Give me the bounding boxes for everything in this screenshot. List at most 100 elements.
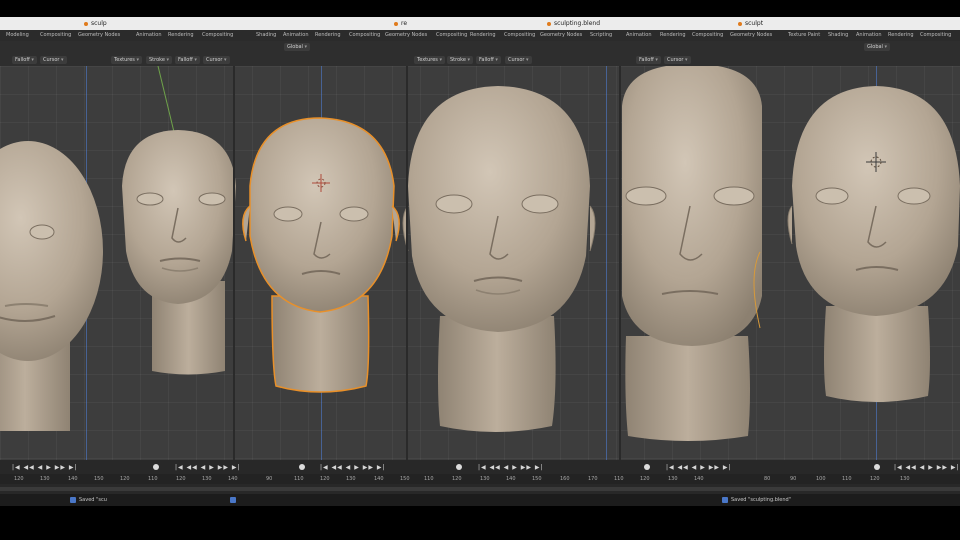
frame-tick: 130	[346, 476, 356, 482]
tab-workspace[interactable]: Compositing	[692, 30, 723, 41]
tab-workspace[interactable]: Texture Paint	[788, 30, 820, 41]
letterbox-bottom	[0, 506, 960, 540]
playback-controls[interactable]: |◀ ◀◀ ◀ ▶ ▶▶ ▶|	[478, 463, 544, 472]
frame-tick: 90	[266, 476, 273, 482]
tab-workspace[interactable]: Shading	[828, 30, 848, 41]
frame-tick: 130	[40, 476, 50, 482]
transform-orientation-dropdown[interactable]: Global	[284, 43, 311, 51]
sculpt-head-2	[122, 130, 236, 375]
tab-workspace[interactable]: Compositing	[920, 30, 951, 41]
frame-tick: 140	[374, 476, 384, 482]
tab-workspace[interactable]: Rendering	[660, 30, 686, 41]
frame-tick: 150	[94, 476, 104, 482]
falloff-dropdown[interactable]: Falloff	[12, 56, 37, 64]
tab-workspace[interactable]: Geometry Nodes	[540, 30, 582, 41]
frame-tick: 90	[790, 476, 797, 482]
frame-tick: 120	[320, 476, 330, 482]
tab-workspace[interactable]: Modeling	[6, 30, 29, 41]
cursor-dropdown[interactable]: Cursor	[203, 56, 230, 64]
status-message: Saved "sculpting.blend"	[722, 494, 791, 506]
keyframe-record-icon[interactable]	[456, 464, 462, 470]
status-marker	[230, 494, 239, 506]
frame-ruler[interactable]: 120 130 140 150 120 110 120 130 140 90 1…	[0, 474, 960, 484]
tab-workspace[interactable]: Animation	[856, 30, 882, 41]
frame-tick: 150	[400, 476, 410, 482]
playback-controls[interactable]: |◀ ◀◀ ◀ ▶ ▶▶ ▶|	[175, 463, 241, 472]
status-text: Saved "scu	[79, 497, 107, 503]
window-title-2[interactable]: re	[394, 17, 407, 30]
frame-tick: 110	[294, 476, 304, 482]
falloff-dropdown[interactable]: Falloff	[175, 56, 200, 64]
window-title-text: sculpting.blend	[554, 20, 601, 27]
playback-controls[interactable]: |◀ ◀◀ ◀ ▶ ▶▶ ▶|	[894, 463, 960, 472]
frame-tick: 140	[228, 476, 238, 482]
window-title-text: sculpt	[745, 20, 764, 27]
blender-logo-icon	[547, 21, 551, 26]
letterbox-top	[0, 0, 960, 17]
viewport-split[interactable]	[406, 66, 408, 460]
stroke-dropdown[interactable]: Stroke	[447, 56, 474, 64]
cursor-dropdown[interactable]: Cursor	[40, 56, 67, 64]
keyframe-record-icon[interactable]	[153, 464, 159, 470]
frame-tick: 130	[668, 476, 678, 482]
tab-workspace[interactable]: Rendering	[315, 30, 341, 41]
tab-workspace[interactable]: Geometry Nodes	[730, 30, 772, 41]
viewport-split[interactable]	[233, 66, 235, 460]
frame-tick: 140	[68, 476, 78, 482]
tab-workspace[interactable]: Compositing	[349, 30, 380, 41]
tab-workspace[interactable]: Rendering	[888, 30, 914, 41]
keyframe-record-icon[interactable]	[299, 464, 305, 470]
keyframe-record-icon[interactable]	[644, 464, 650, 470]
frame-tick: 110	[424, 476, 434, 482]
tab-workspace[interactable]: Compositing	[202, 30, 233, 41]
textures-dropdown[interactable]: Textures	[111, 56, 143, 64]
timeline-scrollbar[interactable]	[0, 487, 960, 491]
tab-workspace[interactable]: Compositing	[504, 30, 535, 41]
info-icon	[722, 496, 728, 503]
window-title-strip: sculp re sculpting.blend sculpt	[0, 17, 960, 30]
playback-controls[interactable]: |◀ ◀◀ ◀ ▶ ▶▶ ▶|	[666, 463, 732, 472]
frame-tick: 120	[120, 476, 130, 482]
sculpt-head-4	[402, 86, 596, 432]
playback-controls[interactable]: |◀ ◀◀ ◀ ▶ ▶▶ ▶|	[12, 463, 78, 472]
info-icon	[230, 496, 236, 503]
sculpt-head-6	[787, 86, 960, 402]
status-text: Saved "sculpting.blend"	[731, 497, 791, 503]
window-title-1[interactable]: sculp	[84, 17, 107, 30]
tab-workspace[interactable]: Compositing	[40, 30, 71, 41]
playback-controls[interactable]: |◀ ◀◀ ◀ ▶ ▶▶ ▶|	[320, 463, 386, 472]
tab-workspace[interactable]: Geometry Nodes	[385, 30, 427, 41]
tab-workspace[interactable]: Rendering	[168, 30, 194, 41]
keyframe-record-icon[interactable]	[874, 464, 880, 470]
falloff-dropdown[interactable]: Falloff	[476, 56, 501, 64]
blender-logo-icon	[84, 21, 88, 26]
frame-tick: 130	[900, 476, 910, 482]
tab-workspace[interactable]: Animation	[136, 30, 162, 41]
timeline-editor[interactable]: |◀ ◀◀ ◀ ▶ ▶▶ ▶| |◀ ◀◀ ◀ ▶ ▶▶ ▶| |◀ ◀◀ ◀ …	[0, 460, 960, 494]
info-icon	[70, 496, 76, 503]
cursor-dropdown[interactable]: Cursor	[505, 56, 532, 64]
tab-workspace[interactable]: Animation	[283, 30, 309, 41]
window-title-3[interactable]: sculpting.blend	[547, 17, 600, 30]
tab-workspace[interactable]: Rendering	[470, 30, 496, 41]
tab-workspace[interactable]: Geometry Nodes	[78, 30, 120, 41]
tab-workspace[interactable]: Shading	[256, 30, 276, 41]
blender-logo-icon	[394, 21, 398, 26]
frame-tick: 140	[694, 476, 704, 482]
3d-viewport[interactable]	[0, 66, 960, 460]
frame-tick: 110	[148, 476, 158, 482]
tab-workspace[interactable]: Compositing	[436, 30, 467, 41]
tab-workspace[interactable]: Animation	[626, 30, 652, 41]
textures-dropdown[interactable]: Textures	[414, 56, 446, 64]
tab-workspace[interactable]: Scripting	[590, 30, 612, 41]
frame-tick: 150	[532, 476, 542, 482]
frame-tick: 140	[506, 476, 516, 482]
stroke-dropdown[interactable]: Stroke	[146, 56, 173, 64]
transform-orientation-dropdown[interactable]: Global	[864, 43, 891, 51]
window-title-4[interactable]: sculpt	[738, 17, 763, 30]
viewport-split[interactable]	[619, 66, 621, 460]
frame-tick: 110	[842, 476, 852, 482]
falloff-dropdown[interactable]: Falloff	[636, 56, 661, 64]
cursor-dropdown[interactable]: Cursor	[664, 56, 691, 64]
workspace-tabs-bar: Modeling Compositing Geometry Nodes Anim…	[0, 30, 960, 41]
